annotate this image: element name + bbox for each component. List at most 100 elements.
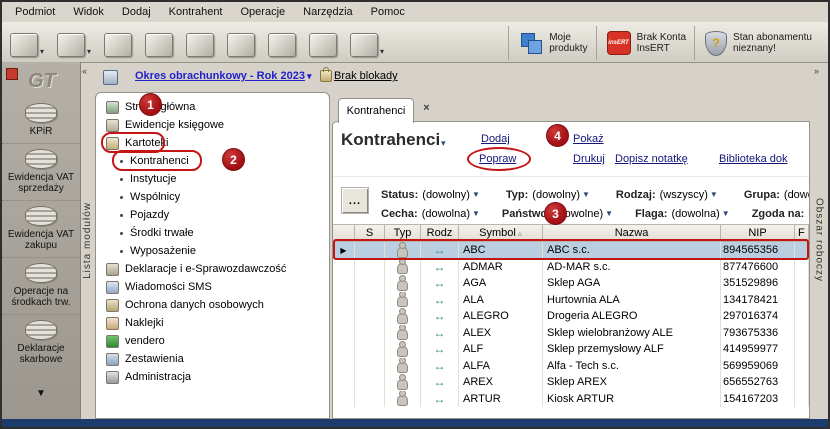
toolbar-button[interactable]: ▾ <box>10 27 44 57</box>
tree-item[interactable]: Wspólnicy <box>96 188 329 206</box>
tree-item[interactable]: Ochrona danych osobowych <box>96 296 329 314</box>
filter-dropdown[interactable]: (dowoln <box>784 189 809 201</box>
tree-item[interactable]: Naklejki <box>96 314 329 332</box>
tree-item[interactable]: Wyposażenie <box>96 242 329 260</box>
toolbar-button[interactable]: ▾ <box>227 27 255 57</box>
cell-symbol: AGA <box>459 275 543 292</box>
menu-item[interactable]: Pomoc <box>364 4 412 20</box>
tree-item[interactable]: Wiadomości SMS <box>96 278 329 296</box>
module-item[interactable]: Deklaracje skarbowe <box>2 314 80 371</box>
chevron-down-icon[interactable]: ▾ <box>380 47 384 57</box>
table-row[interactable]: ARTUR Kiosk ARTUR 154167203 <box>333 391 809 408</box>
column-header[interactable] <box>333 225 355 242</box>
filter-item: Rodzaj: (wszyscy) <box>616 189 718 201</box>
tree-item[interactable]: Administracja <box>96 368 329 386</box>
table-row[interactable]: ABC ABC s.c. 894565356 <box>333 242 809 259</box>
toolbar-button[interactable]: ▾ <box>186 27 214 57</box>
table-row[interactable]: ALFA Alfa - Tech s.c. 569959069 <box>333 358 809 375</box>
menu-item[interactable]: Podmiot <box>8 4 62 20</box>
tree-item[interactable]: Środki trwałe <box>96 224 329 242</box>
filter-dropdown[interactable]: (wszyscy) <box>660 189 718 201</box>
filter-dropdown[interactable]: ( <box>808 208 809 220</box>
tree-item[interactable]: Strona główna <box>96 98 329 116</box>
tree-item-label: Zestawienia <box>125 353 184 365</box>
page-title[interactable]: Kontrahenci <box>341 130 440 150</box>
table-row[interactable]: ALEX Sklep wielobranżowy ALE 793675336 <box>333 325 809 342</box>
toolbar-button[interactable]: ▾ <box>104 27 132 57</box>
chevron-down-icon[interactable]: ▾ <box>40 47 44 57</box>
column-header[interactable]: Typ <box>385 225 421 242</box>
tree-item[interactable]: Instytucje <box>96 170 329 188</box>
menu-item[interactable]: Dodaj <box>115 4 158 20</box>
toolbar-button[interactable]: ▾ <box>350 27 384 57</box>
menu-item[interactable]: Operacje <box>234 4 293 20</box>
print-link[interactable]: Drukuj <box>573 153 605 165</box>
toolbar-button[interactable]: ▾ <box>57 27 91 57</box>
column-header[interactable]: S <box>355 225 385 242</box>
tree-item[interactable]: Kontrahenci <box>96 152 329 170</box>
toolbar-button[interactable]: ▾ <box>145 27 173 57</box>
collapse-right-icon[interactable] <box>814 66 819 76</box>
show-link[interactable]: Pokaż <box>573 133 604 145</box>
collapse-left-icon[interactable] <box>82 66 87 76</box>
column-header[interactable]: Nazwa <box>543 225 721 242</box>
chevron-down-icon[interactable]: ▾ <box>87 47 91 57</box>
tree-item[interactable]: Zestawienia <box>96 350 329 368</box>
column-header[interactable]: Rodz <box>421 225 459 242</box>
filter-dropdown[interactable]: (dowolna) <box>422 208 480 220</box>
menu-item[interactable]: Kontrahent <box>162 4 230 20</box>
toolbar-button[interactable]: ▾ <box>268 27 296 57</box>
menu-item[interactable]: Narzędzia <box>296 4 360 20</box>
filter-dropdown[interactable]: (dowolny) <box>532 189 590 201</box>
table-row[interactable]: ADMAR AD-MAR s.c. 877476600 <box>333 259 809 276</box>
table-row[interactable]: AGA Sklep AGA 351529896 <box>333 275 809 292</box>
module-list-strip[interactable]: Lista modułów <box>80 62 95 419</box>
table-row[interactable]: AREX Sklep AREX 656552763 <box>333 374 809 391</box>
document-library-link[interactable]: Biblioteka dok <box>719 153 788 165</box>
tree-item-label: Wspólnicy <box>130 191 180 203</box>
tree-item-label: Wiadomości SMS <box>125 281 212 293</box>
tree-item[interactable]: Ewidencje księgowe <box>96 116 329 134</box>
more-modules-button[interactable] <box>2 383 80 401</box>
column-header[interactable]: Symbol <box>459 225 543 242</box>
tree-item[interactable]: Kartoteki <box>96 134 329 152</box>
table-row[interactable]: ALF Sklep przemysłowy ALF 414959977 <box>333 341 809 358</box>
column-header[interactable]: NIP <box>721 225 795 242</box>
declarations-icon <box>106 263 119 276</box>
tab-kontrahenci[interactable]: Kontrahenci <box>338 98 414 123</box>
filter-dropdown[interactable]: (dowolne) <box>555 208 613 220</box>
toolbar-icon <box>309 33 337 57</box>
module-item[interactable]: Ewidencja VAT sprzedaży <box>2 143 80 200</box>
add-link[interactable]: Dodaj <box>481 133 510 145</box>
accounting-period-link[interactable]: Okres obrachunkowy - Rok 2023 <box>135 70 311 82</box>
lock-status-link[interactable]: Brak blokady <box>334 70 398 82</box>
close-icon[interactable] <box>420 102 433 115</box>
module-item[interactable]: Ewidencja VAT zakupu <box>2 200 80 257</box>
chevron-down-icon[interactable] <box>441 138 446 149</box>
edit-link[interactable]: Popraw <box>479 153 516 165</box>
table-row[interactable]: ALEGRO Drogeria ALEGRO 297016374 <box>333 308 809 325</box>
contractor-type-icon <box>397 395 408 406</box>
toolbar-status-item[interactable]: insERT Brak Konta InsERT <box>596 26 694 60</box>
more-filters-button[interactable]: ... <box>341 187 369 214</box>
module-ledger-stack-icon <box>25 320 57 340</box>
filter-dropdown[interactable]: (dowolny) <box>422 189 480 201</box>
tree-item[interactable]: Pojazdy <box>96 206 329 224</box>
toolbar-status-item[interactable]: Moje produkty <box>508 26 595 60</box>
module-item[interactable]: KPiR <box>2 98 80 143</box>
tree-item-label: Deklaracje i e-Sprawozdawczość <box>125 263 286 275</box>
toolbar-button[interactable]: ▾ <box>309 27 337 57</box>
menu-item[interactable]: Widok <box>66 4 111 20</box>
cell-typ <box>385 292 421 309</box>
tree-item[interactable]: vendero <box>96 332 329 350</box>
table-row[interactable]: ALA Hurtownia ALA 134178421 <box>333 292 809 309</box>
filter-dropdown[interactable]: (dowolna) <box>671 208 729 220</box>
tree-item[interactable]: Deklaracje i e-Sprawozdawczość <box>96 260 329 278</box>
workspace-strip[interactable]: Obszar roboczy <box>810 62 828 419</box>
add-note-link[interactable]: Dopisz notatkę <box>615 153 688 165</box>
toolbar-status-item[interactable]: ? Stan abonamentu nieznany! <box>694 26 820 60</box>
app-button[interactable] <box>6 68 18 80</box>
status-line-2: nieznany! <box>733 43 812 54</box>
column-header[interactable]: F <box>795 225 809 242</box>
module-item[interactable]: Operacje na środkach trw. <box>2 257 80 314</box>
